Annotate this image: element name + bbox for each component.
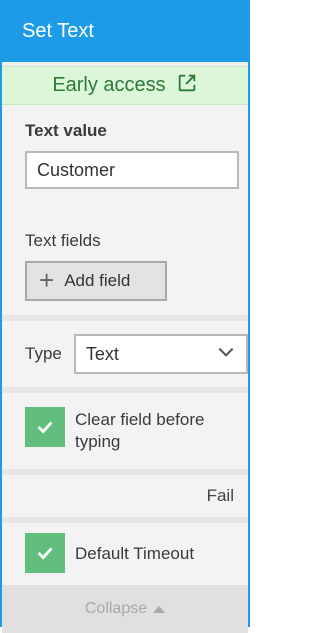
clear-field-checkbox[interactable] <box>25 407 65 447</box>
type-row: Type Text <box>2 321 248 387</box>
checkmark-icon <box>37 421 53 434</box>
fail-label[interactable]: Fail <box>207 486 234 506</box>
set-text-panel: Set Text Early access Text value Custome… <box>0 0 250 633</box>
panel-title: Set Text <box>0 0 250 62</box>
caret-up-icon <box>153 600 166 618</box>
collapse-label: Collapse <box>84 600 148 617</box>
default-timeout-row: Default Timeout <box>2 523 248 585</box>
text-value-label: Text value <box>25 121 107 140</box>
type-label: Type <box>25 344 62 363</box>
early-access-label: Early access <box>52 74 166 96</box>
add-field-label: Add field <box>64 271 131 290</box>
text-fields-section: Text fields + Add field <box>2 207 248 315</box>
chevron-down-icon <box>216 342 236 367</box>
early-access-banner[interactable]: Early access <box>2 66 248 105</box>
text-value-input[interactable]: Customer <box>25 151 239 189</box>
default-timeout-checkbox[interactable] <box>25 533 65 573</box>
collapse-button[interactable]: Collapse <box>2 585 248 633</box>
add-field-button[interactable]: + Add field <box>25 261 167 301</box>
clear-field-label: Clear field before typing <box>75 410 205 451</box>
type-select[interactable]: Text <box>73 334 248 374</box>
checkmark-icon <box>37 547 53 560</box>
clear-field-row: Clear field before typing <box>2 393 248 469</box>
text-value-section: Text value Customer <box>2 105 248 207</box>
default-timeout-label: Default Timeout <box>75 544 195 563</box>
text-fields-label: Text fields <box>25 231 101 250</box>
plus-icon: + <box>39 265 55 295</box>
type-selected-value: Text <box>85 343 119 364</box>
fail-row: Fail <box>2 475 248 517</box>
external-link-icon <box>176 72 198 100</box>
